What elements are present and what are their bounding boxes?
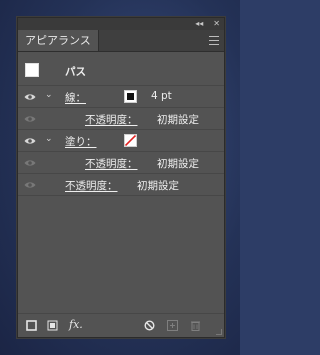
object-opacity-label[interactable]: 不透明度： [65,178,118,193]
path-thumbnail [25,63,39,77]
tab-appearance[interactable]: アピアランス [18,30,99,51]
appearance-list: パス ⌄ 線： 4 pt 不透明度： 初期設定 ⌄ 塗り： 不透明度： 初期設定… [18,52,224,196]
object-type-label: パス [65,66,86,78]
stroke-row[interactable]: ⌄ 線： 4 pt [18,86,224,108]
panel-title-strip[interactable]: ◂◂ ✕ [18,18,224,30]
tab-bar: アピアランス [18,30,224,52]
add-fill-icon[interactable] [47,320,58,331]
object-opacity-row[interactable]: 不透明度： 初期設定 [18,174,224,196]
resize-grip[interactable] [216,329,222,335]
object-opacity-value: 初期設定 [137,180,179,192]
fill-row[interactable]: ⌄ 塗り： [18,130,224,152]
stroke-opacity-row[interactable]: 不透明度： 初期設定 [18,108,224,130]
fill-label[interactable]: 塗り： [65,134,97,149]
chevron-down-icon[interactable]: ⌄ [45,134,53,144]
duplicate-item-icon[interactable] [167,320,178,331]
stroke-opacity-value: 初期設定 [157,114,199,126]
stroke-label[interactable]: 線： [65,90,86,105]
panel-menu-icon[interactable] [209,36,219,45]
object-header-row[interactable]: パス [18,56,224,86]
visibility-eye-icon[interactable] [24,181,36,189]
fx-icon[interactable]: fx. [69,318,83,331]
fill-opacity-label[interactable]: 不透明度： [85,156,138,171]
chevron-down-icon[interactable]: ⌄ [45,90,53,100]
stroke-color-swatch[interactable] [124,90,137,103]
delete-item-icon[interactable] [190,320,201,331]
visibility-eye-icon[interactable] [24,137,36,145]
close-icon[interactable]: ✕ [213,19,220,29]
stroke-opacity-label[interactable]: 不透明度： [85,112,138,127]
fill-opacity-value: 初期設定 [157,158,199,170]
appearance-panel: ◂◂ ✕ アピアランス パス ⌄ 線： 4 pt 不透明度： 初期設定 ⌄ 塗り… [17,17,225,338]
stroke-weight-value[interactable]: 4 pt [151,90,172,102]
collapse-icon[interactable]: ◂◂ [195,19,203,29]
fill-none-swatch[interactable] [124,134,137,147]
visibility-eye-icon[interactable] [24,115,36,123]
fill-opacity-row[interactable]: 不透明度： 初期設定 [18,152,224,174]
clear-appearance-icon[interactable] [144,320,155,331]
visibility-eye-icon[interactable] [24,93,36,101]
add-stroke-icon[interactable] [26,320,37,331]
panel-footer: fx. [18,313,224,337]
visibility-eye-icon[interactable] [24,159,36,167]
